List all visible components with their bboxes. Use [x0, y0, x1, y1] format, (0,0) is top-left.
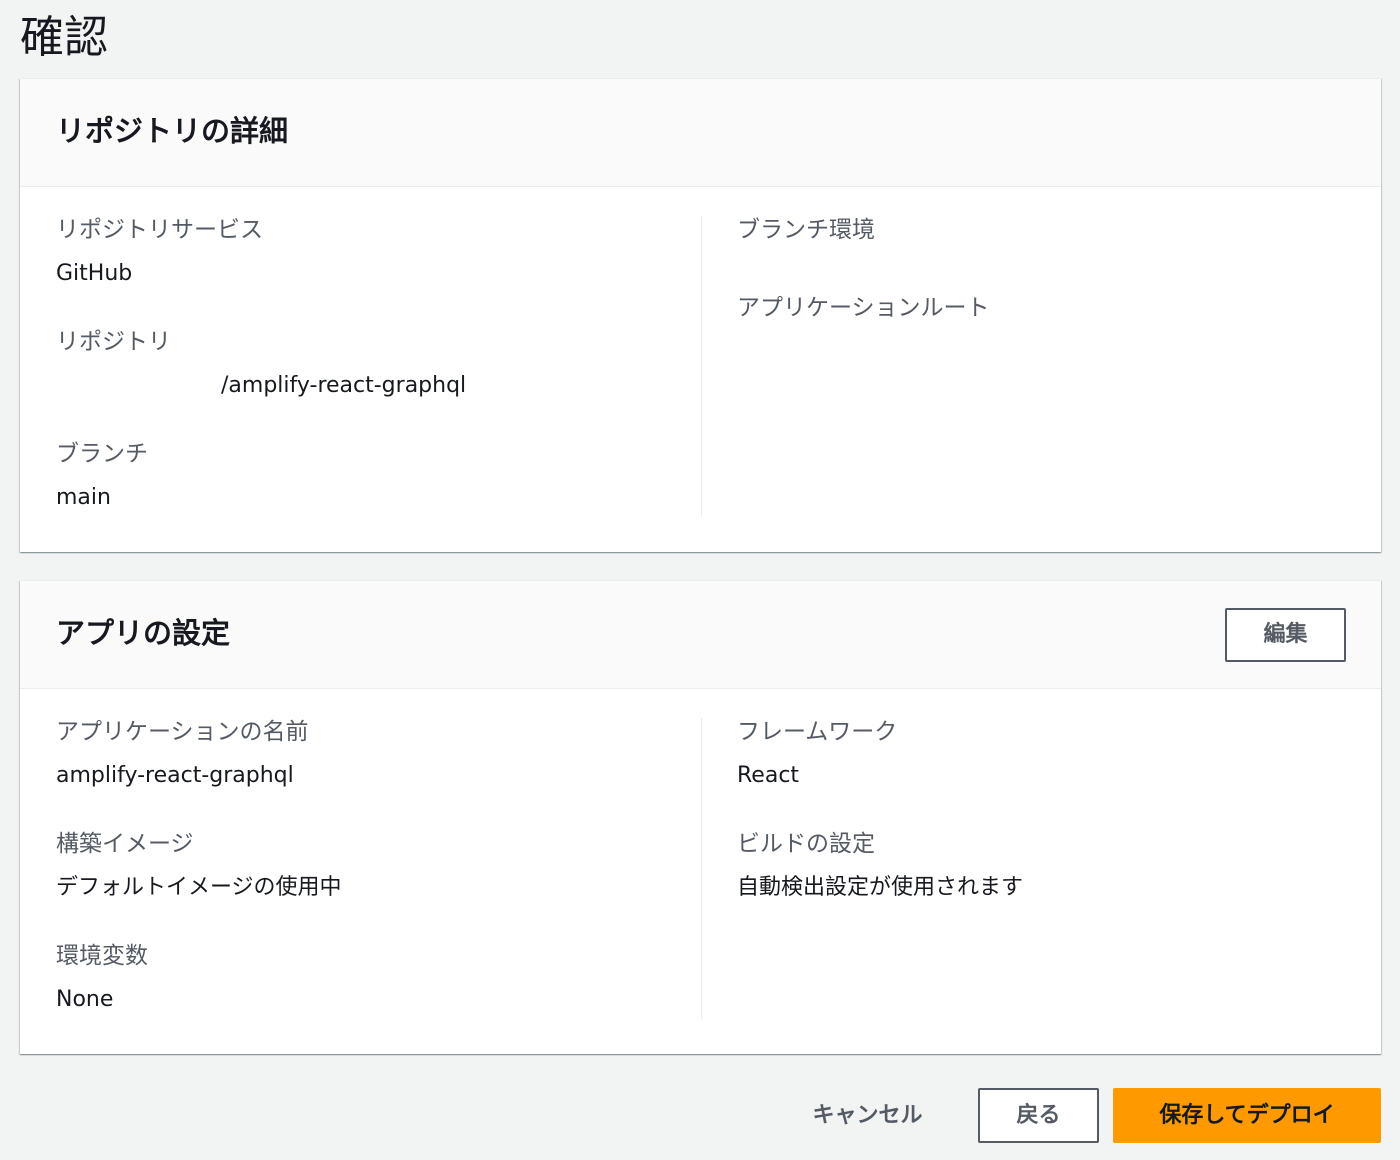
repository-service-field: リポジトリサービス GitHub [56, 215, 263, 289]
environment-variables-value: None [56, 987, 114, 1012]
repository-details-title: リポジトリの詳細 [56, 114, 289, 148]
repository-service-label: リポジトリサービス [56, 217, 263, 243]
branch-field: ブランチ main [56, 439, 148, 513]
repository-details-body: リポジトリサービス GitHub リポジトリ /amplify-react-gr… [20, 187, 1381, 551]
app-settings-title: アプリの設定 [56, 616, 231, 650]
repository-details-panel: リポジトリの詳細 リポジトリサービス GitHub リポジトリ /amplify… [20, 78, 1381, 552]
branch-environment-label: ブランチ環境 [737, 217, 875, 243]
build-image-value: デフォルトイメージの使用中 [56, 875, 342, 900]
cancel-button[interactable]: キャンセル [790, 1088, 945, 1143]
framework-field: フレームワーク React [737, 717, 897, 791]
application-root-field: アプリケーションルート [737, 293, 990, 323]
environment-variables-field: 環境変数 None [56, 941, 148, 1015]
edit-button[interactable]: 編集 [1225, 608, 1346, 662]
build-settings-field: ビルドの設定 自動検出設定が使用されます [737, 829, 1023, 903]
branch-label: ブランチ [56, 441, 148, 467]
branch-value: main [56, 485, 111, 510]
app-settings-body: アプリケーションの名前 amplify-react-graphql 構築イメージ… [20, 689, 1381, 1053]
application-name-field: アプリケーションの名前 amplify-react-graphql [56, 717, 309, 791]
build-settings-value: 自動検出設定が使用されます [737, 875, 1024, 900]
application-name-label: アプリケーションの名前 [56, 719, 309, 745]
app-settings-header: アプリの設定 編集 [20, 581, 1381, 689]
back-button[interactable]: 戻る [978, 1088, 1099, 1143]
app-settings-panel: アプリの設定 編集 アプリケーションの名前 amplify-react-grap… [20, 580, 1381, 1054]
repository-value-row: /amplify-react-graphql [56, 371, 466, 401]
repository-service-value: GitHub [56, 261, 133, 286]
repository-label: リポジトリ [56, 329, 171, 355]
repository-details-header: リポジトリの詳細 [20, 79, 1381, 187]
column-divider [701, 718, 702, 1019]
page-title: 確認 [20, 12, 108, 63]
framework-value: React [737, 763, 800, 788]
save-and-deploy-button[interactable]: 保存してデプロイ [1113, 1088, 1381, 1143]
repository-value: /amplify-react-graphql [221, 373, 467, 398]
application-name-value: amplify-react-graphql [56, 763, 294, 788]
build-image-field: 構築イメージ デフォルトイメージの使用中 [56, 829, 342, 903]
column-divider [701, 216, 702, 516]
application-root-label: アプリケーションルート [737, 295, 990, 321]
framework-label: フレームワーク [737, 719, 898, 745]
environment-variables-label: 環境変数 [56, 943, 148, 969]
redacted-repository-owner [56, 373, 221, 399]
build-settings-label: ビルドの設定 [737, 831, 875, 857]
branch-environment-field: ブランチ環境 [737, 215, 875, 245]
build-image-label: 構築イメージ [56, 831, 194, 857]
repository-field: リポジトリ /amplify-react-graphql [56, 327, 466, 401]
